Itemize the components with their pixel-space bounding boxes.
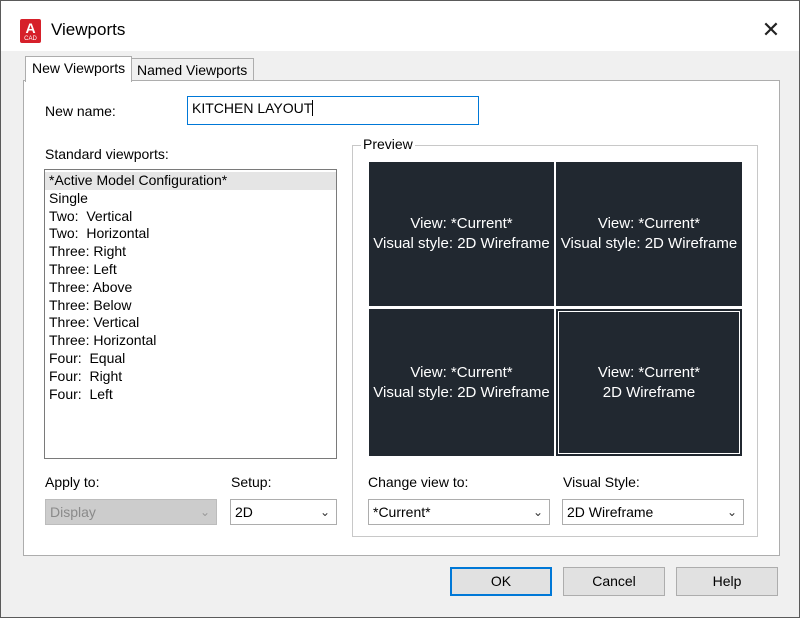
list-item[interactable]: *Active Model Configuration* xyxy=(45,172,336,190)
viewport-view-text: View: *Current* xyxy=(410,363,513,381)
visual-style-label: Visual Style: xyxy=(563,474,640,490)
list-item[interactable]: Two: Vertical xyxy=(45,208,336,226)
viewport-view-text: View: *Current* xyxy=(597,215,701,232)
visual-style-dropdown[interactable]: 2D Wireframe ⌄ xyxy=(562,499,744,525)
apply-to-dropdown: Display ⌄ xyxy=(45,499,217,525)
tab-new-viewports[interactable]: New Viewports xyxy=(25,56,133,82)
chevron-down-icon: ⌄ xyxy=(319,505,330,519)
list-item[interactable]: Four: Equal xyxy=(45,350,336,368)
ok-button[interactable]: OK xyxy=(450,567,552,596)
preview-area: View: *Current* Visual style: 2D Wirefra… xyxy=(367,160,744,458)
change-view-to-dropdown[interactable]: *Current* ⌄ xyxy=(368,499,550,525)
list-item[interactable]: Two: Horizontal xyxy=(45,225,336,243)
cancel-button[interactable]: Cancel xyxy=(563,567,665,596)
text-caret xyxy=(312,100,314,116)
viewport-style-text: Visual style: 2D Wireframe xyxy=(560,235,738,252)
setup-dropdown[interactable]: 2D ⌄ xyxy=(230,499,337,525)
autocad-app-icon: A CAD xyxy=(20,19,41,43)
chevron-down-icon: ⌄ xyxy=(199,505,210,519)
help-button[interactable]: Help xyxy=(676,567,778,596)
preview-viewport-bottom-right[interactable]: View: *Current* 2D Wireframe xyxy=(556,309,742,456)
list-item[interactable]: Three: Right xyxy=(45,243,336,261)
list-item[interactable]: Three: Vertical xyxy=(45,314,336,332)
list-item[interactable]: Three: Above xyxy=(45,279,336,297)
list-item[interactable]: Four: Left xyxy=(45,386,336,404)
list-item[interactable]: Three: Horizontal xyxy=(45,332,336,350)
change-view-to-label: Change view to: xyxy=(368,474,469,490)
window-title: Viewports xyxy=(51,20,126,39)
list-item[interactable]: Four: Right xyxy=(45,368,336,386)
preview-viewport-bottom-left[interactable]: View: *Current* Visual style: 2D Wirefra… xyxy=(369,309,554,456)
tab-named-viewports[interactable]: Named Viewports xyxy=(130,58,255,82)
setup-label: Setup: xyxy=(231,474,272,490)
viewports-dialog: A CAD Viewports ✕ New Viewports Named Vi… xyxy=(0,0,800,618)
chevron-down-icon: ⌄ xyxy=(726,505,737,519)
viewport-view-text: View: *Current* xyxy=(597,363,701,381)
viewport-style-text: Visual style: 2D Wireframe xyxy=(373,383,550,401)
preview-viewport-top-right[interactable]: View: *Current* Visual style: 2D Wirefra… xyxy=(556,162,742,306)
new-name-input[interactable]: KITCHEN LAYOUT xyxy=(187,96,479,125)
preview-viewport-top-left[interactable]: View: *Current* Visual style: 2D Wirefra… xyxy=(369,162,554,306)
chevron-down-icon: ⌄ xyxy=(532,505,543,519)
preview-label: Preview xyxy=(361,136,415,152)
viewport-style-text: 2D Wireframe xyxy=(602,383,696,401)
apply-to-label: Apply to: xyxy=(45,474,100,490)
close-icon[interactable]: ✕ xyxy=(753,13,789,47)
list-item[interactable]: Three: Below xyxy=(45,297,336,315)
title-bar: A CAD Viewports ✕ xyxy=(1,1,799,51)
standard-viewports-list[interactable]: *Active Model Configuration* Single Two:… xyxy=(44,169,337,459)
new-name-label: New name: xyxy=(45,103,116,119)
standard-viewports-label: Standard viewports: xyxy=(45,146,169,162)
list-item[interactable]: Three: Left xyxy=(45,261,336,279)
viewport-view-text: View: *Current* xyxy=(410,215,513,232)
viewport-style-text: Visual style: 2D Wireframe xyxy=(373,235,550,252)
list-item[interactable]: Single xyxy=(45,190,336,208)
